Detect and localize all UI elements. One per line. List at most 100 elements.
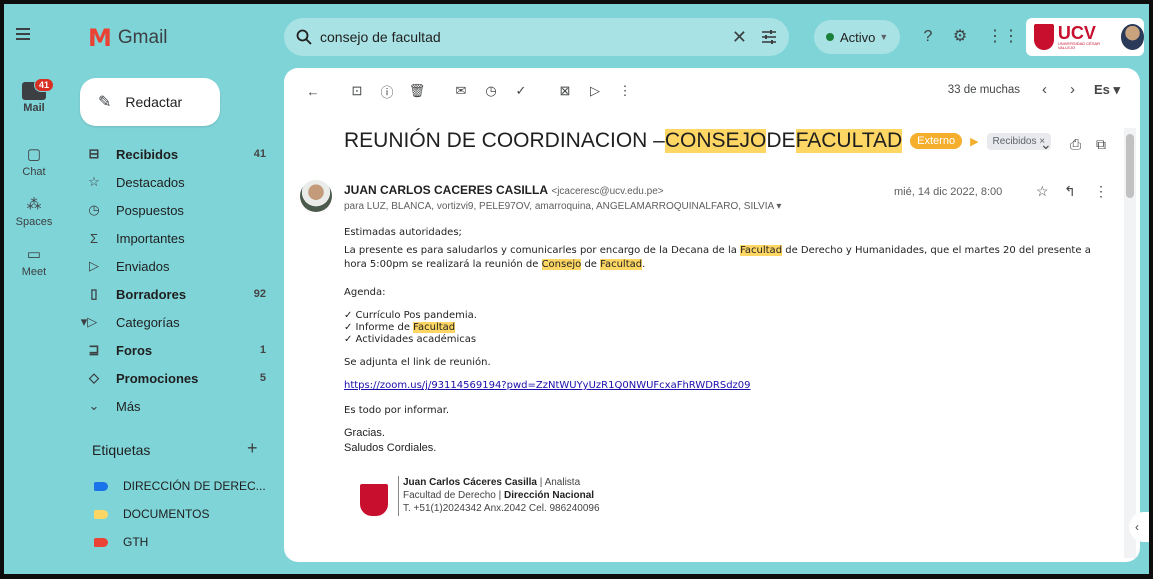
gmail-m-icon: M: [88, 24, 112, 52]
meet-icon: ▭: [26, 246, 42, 263]
rail-meet-label: Meet: [21, 266, 47, 278]
clock-icon: ◷: [88, 202, 100, 217]
search-bar[interactable]: consejo de facultad ✕: [284, 18, 789, 56]
nav-item-inbox[interactable]: ⊟ Recibidos 41: [74, 140, 274, 168]
compose-button[interactable]: ✎ Redactar: [80, 78, 220, 126]
star-icon: ☆: [88, 174, 100, 189]
gmail-logo[interactable]: M Gmail: [88, 26, 168, 50]
recipients-line[interactable]: para LUZ, BLANCA, vortizvi9, PELE97OV, a…: [344, 201, 781, 212]
sender-avatar[interactable]: [300, 180, 332, 212]
more-options-icon[interactable]: ⋮: [610, 83, 640, 99]
attachment-note: Se adjunta el link de reunión.: [344, 357, 491, 368]
archive-icon[interactable]: ⊡: [342, 83, 372, 99]
rail-meet[interactable]: ▭ Meet: [4, 246, 64, 278]
ucv-logo-icon: [360, 484, 388, 516]
org-brand: UCV UNIVERSIDAD CÉSAR VALLEJO: [1057, 23, 1101, 50]
reply-icon[interactable]: ↰: [1064, 183, 1076, 200]
label-item[interactable]: DOCUMENTOS: [94, 504, 209, 524]
nav-item-snoozed[interactable]: ◷ Pospuestos: [74, 196, 274, 224]
delete-icon[interactable]: 🗑: [402, 83, 432, 99]
avatar[interactable]: [1120, 24, 1144, 50]
settings-gear-icon[interactable]: ⚙: [951, 28, 969, 46]
label-icon[interactable]: ▷: [580, 83, 610, 99]
status-label: Activo: [840, 29, 876, 45]
print-icon[interactable]: ⎙: [1070, 136, 1081, 153]
ucv-logo-icon: [1034, 24, 1054, 50]
importance-marker-icon[interactable]: ▶: [970, 135, 978, 148]
status-dot-icon: [826, 33, 834, 41]
nav-item-important[interactable]: Σ Importantes: [74, 224, 274, 252]
top-bar: M Gmail consejo de facultad ✕ Activo ▼ ?…: [4, 4, 1149, 66]
add-label-icon[interactable]: +: [247, 438, 258, 459]
chat-icon: ▢: [26, 146, 42, 163]
inbox-count: 41: [253, 148, 266, 160]
label-tag-icon: [94, 537, 108, 547]
clear-search-icon[interactable]: ✕: [732, 27, 747, 48]
pencil-icon: ✎: [98, 94, 112, 111]
email-subject: REUNIÓN DE COORDINACION – CONSEJO DE FAC…: [344, 129, 1052, 153]
greeting: Estimadas autoridades;: [344, 227, 462, 238]
search-input[interactable]: consejo de facultad: [320, 29, 732, 45]
forums-count: 1: [259, 344, 266, 356]
label-item[interactable]: DIRECCIÓN DE DEREC...: [94, 476, 266, 496]
account-switcher[interactable]: UCV UNIVERSIDAD CÉSAR VALLEJO: [1026, 18, 1144, 56]
rail-chat[interactable]: ▢ Chat: [4, 146, 64, 178]
agenda-label: Agenda:: [344, 287, 386, 298]
more-options-icon[interactable]: ⋮: [1094, 183, 1108, 200]
label-tag-icon: [94, 509, 108, 519]
nav-item-drafts[interactable]: ▯ Borradores 92: [74, 280, 274, 308]
nav-item-sent[interactable]: ▷ Enviados: [74, 252, 274, 280]
paragraph: La presente es para saludarlos y comunic…: [344, 245, 1091, 270]
label-item[interactable]: GTH: [94, 532, 148, 552]
closing-text: Es todo por informar.: [344, 405, 450, 416]
snooze-icon[interactable]: ◷: [476, 83, 506, 99]
gmail-window: M Gmail consejo de facultad ✕ Activo ▼ ?…: [4, 4, 1149, 574]
rail-mail[interactable]: 41 Mail: [4, 78, 64, 114]
star-icon[interactable]: ☆: [1036, 183, 1049, 200]
prev-message-icon[interactable]: ‹: [1042, 81, 1047, 98]
external-chip: Externo: [910, 133, 963, 149]
thanks-text: Gracias.: [344, 427, 385, 439]
sender-line: JUAN CARLOS CACERES CASILLA <jcaceresc@u…: [344, 183, 664, 197]
meeting-link[interactable]: https://zoom.us/j/93114569194?pwd=ZzNtWU…: [344, 379, 1114, 393]
move-to-icon[interactable]: ⊠: [550, 83, 580, 99]
nav-item-forums[interactable]: ⊒ Foros 1: [74, 336, 274, 364]
help-icon[interactable]: ?: [919, 28, 937, 46]
apps-grid-icon[interactable]: ⋮⋮: [987, 28, 1019, 46]
mark-unread-icon[interactable]: ✉: [446, 83, 476, 99]
rail-spaces[interactable]: ⁂ Spaces: [4, 196, 64, 228]
add-task-icon[interactable]: ✓: [506, 83, 536, 99]
status-selector[interactable]: Activo ▼: [814, 20, 901, 54]
app-name: Gmail: [117, 27, 168, 48]
regards-text: Saludos Cordiales.: [344, 442, 437, 454]
message-counter: 33 de muchas: [947, 84, 1020, 96]
message-scrollbar[interactable]: [1124, 128, 1136, 558]
open-new-window-icon[interactable]: ⧉: [1096, 136, 1106, 153]
main-menu-icon[interactable]: [16, 28, 30, 40]
search-icon[interactable]: [296, 29, 312, 45]
agenda-item: ✓ Actividades académicas: [344, 334, 477, 345]
expand-all-icon[interactable]: ⌄: [1040, 136, 1052, 153]
nav-item-starred[interactable]: ☆ Destacados: [74, 168, 274, 196]
scroll-thumb[interactable]: [1126, 134, 1134, 198]
email-signature: Juan Carlos Cáceres Casilla | Analista F…: [360, 476, 600, 516]
draft-icon: ▯: [90, 286, 98, 301]
chevron-down-icon: ▼: [879, 32, 889, 42]
drafts-count: 92: [253, 288, 266, 300]
spaces-icon: ⁂: [26, 196, 42, 213]
folder-nav: ⊟ Recibidos 41 ☆ Destacados ◷ Pospuestos Σ Im…: [74, 140, 274, 420]
search-options-icon[interactable]: [761, 29, 777, 45]
rail-spaces-label: Spaces: [15, 216, 53, 228]
signature-phone: T. +51(1)2024342 Anx.2042 Cel. 986240096: [403, 503, 600, 514]
inbox-icon: ⊟: [88, 146, 100, 161]
nav-item-promotions[interactable]: ◇ Promociones 5: [74, 364, 274, 392]
labels-heading: Etiquetas: [92, 442, 151, 458]
input-tools-selector[interactable]: Es ▾: [1094, 82, 1120, 98]
report-spam-icon[interactable]: ⓘ: [372, 82, 402, 101]
next-message-icon[interactable]: ›: [1070, 81, 1075, 98]
nav-item-more[interactable]: ⌄ Más: [74, 392, 274, 420]
label-icon: ▾▷: [80, 314, 98, 329]
rail-mail-label: Mail: [23, 102, 45, 114]
nav-item-categories[interactable]: ▾▷ Categorías: [74, 308, 274, 336]
back-arrow-icon[interactable]: ←: [298, 84, 328, 99]
